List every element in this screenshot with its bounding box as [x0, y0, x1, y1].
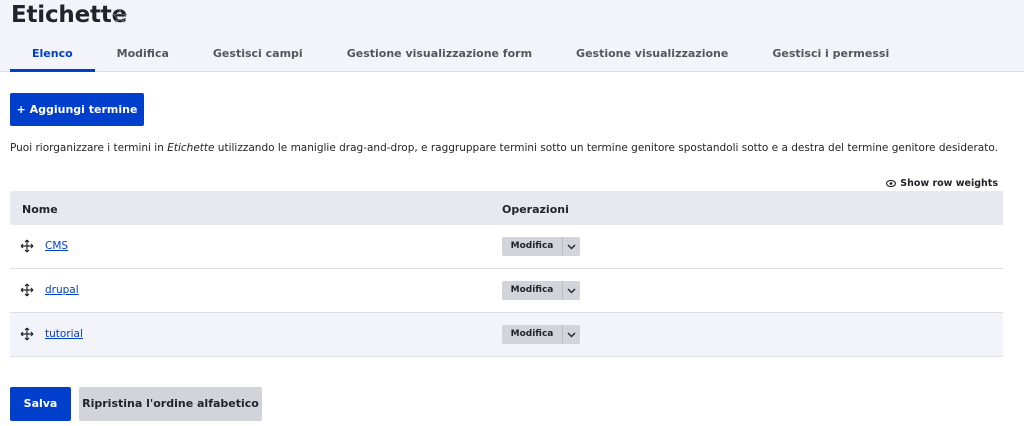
operations-dropbutton: Modifica: [502, 325, 580, 344]
show-row-weights-label: Show row weights: [900, 178, 998, 189]
show-row-weights-toggle[interactable]: Show row weights: [886, 178, 998, 189]
drag-handle-icon[interactable]: [20, 283, 34, 297]
tab-gestione-visualizzazione-form[interactable]: Gestione visualizzazione form: [325, 40, 554, 72]
terms-table: Nome Operazioni CMS Modifica drupal Modi…: [10, 191, 1003, 357]
tab-modifica[interactable]: Modifica: [95, 40, 191, 72]
primary-tabs: Elenco Modifica Gestisci campi Gestione …: [10, 40, 911, 72]
dropbutton-toggle[interactable]: [562, 237, 580, 256]
column-header-name: Nome: [22, 203, 58, 216]
save-button[interactable]: Salva: [10, 387, 71, 421]
help-text-vocabulary: Etichette: [167, 142, 215, 154]
operations-dropbutton: Modifica: [502, 281, 580, 300]
chevron-down-icon: [567, 288, 576, 293]
tab-gestisci-campi[interactable]: Gestisci campi: [191, 40, 325, 72]
eye-icon: [886, 180, 897, 187]
tab-elenco[interactable]: Elenco: [10, 40, 95, 72]
reset-alphabetical-button[interactable]: Ripristina l'ordine alfabetico: [79, 387, 262, 421]
page-header: Etichette ☆ Elenco Modifica Gestisci cam…: [0, 0, 1024, 72]
term-link[interactable]: drupal: [45, 284, 79, 296]
help-text: Puoi riorganizzare i termini in Etichett…: [10, 142, 998, 154]
drag-handle-icon[interactable]: [20, 327, 34, 341]
drag-handle-icon[interactable]: [20, 239, 34, 253]
tab-gestione-visualizzazione[interactable]: Gestione visualizzazione: [554, 40, 750, 72]
table-row: CMS Modifica: [10, 225, 1003, 269]
chevron-down-icon: [567, 244, 576, 249]
chevron-down-icon: [567, 332, 576, 337]
edit-button[interactable]: Modifica: [502, 325, 562, 344]
dropbutton-toggle[interactable]: [562, 281, 580, 300]
table-row: tutorial Modifica: [10, 313, 1003, 357]
table-row: drupal Modifica: [10, 269, 1003, 313]
dropbutton-toggle[interactable]: [562, 325, 580, 344]
help-text-suffix: utilizzando le maniglie drag-and-drop, e…: [214, 142, 998, 154]
edit-button[interactable]: Modifica: [502, 281, 562, 300]
help-text-prefix: Puoi riorganizzare i termini in: [10, 142, 168, 154]
table-header: Nome Operazioni: [10, 191, 1003, 225]
tab-gestisci-permessi[interactable]: Gestisci i permessi: [750, 40, 911, 72]
star-outline-icon[interactable]: ☆: [111, 4, 129, 28]
page-title: Etichette: [11, 2, 127, 28]
column-header-operations: Operazioni: [502, 203, 569, 216]
operations-dropbutton: Modifica: [502, 237, 580, 256]
add-term-button[interactable]: + Aggiungi termine: [10, 93, 144, 126]
edit-button[interactable]: Modifica: [502, 237, 562, 256]
term-link[interactable]: CMS: [45, 240, 68, 252]
term-link[interactable]: tutorial: [45, 328, 83, 340]
